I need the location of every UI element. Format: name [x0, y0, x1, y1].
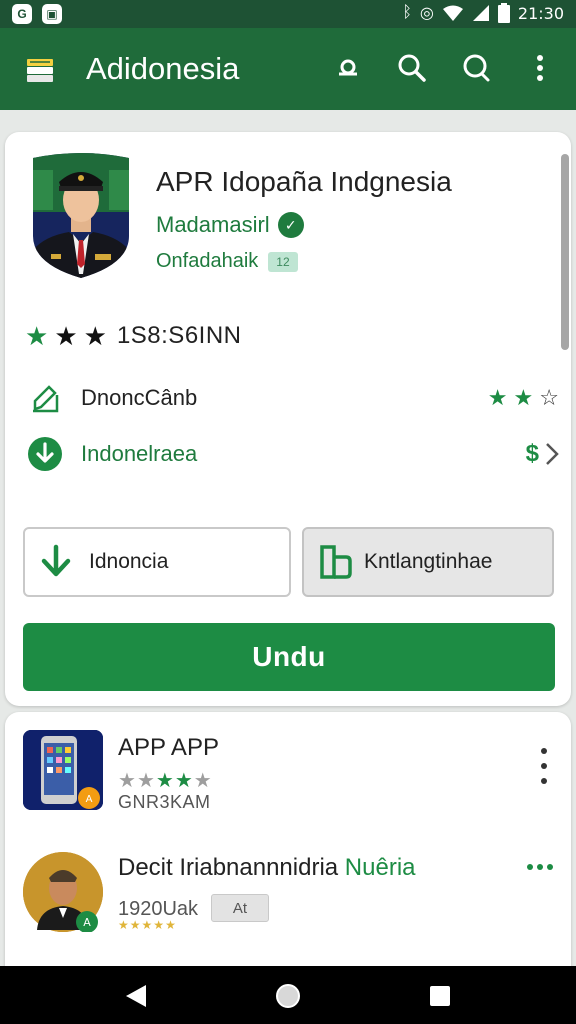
search-outline-icon[interactable]	[458, 50, 494, 86]
app-detail-card: APR Idopaña Indgnesia Madamasirl ✓ Onfad…	[5, 132, 571, 706]
download-circle-icon	[27, 436, 63, 472]
list-item-rating: ★ ★ ★ ★ ★	[118, 768, 212, 793]
verified-icon: ✓	[277, 212, 304, 238]
gmail-icon: G	[12, 4, 32, 24]
secondary-action-button[interactable]: Idnoncia	[23, 527, 291, 597]
star-icon: ★	[513, 385, 534, 410]
star-icon: ★	[129, 918, 141, 932]
app-title: APR Idopaña Indgnesia	[156, 166, 452, 197]
more-vert-icon[interactable]	[537, 748, 551, 784]
vibrate-icon: ◎	[419, 5, 434, 22]
signal-icon	[472, 5, 489, 21]
edit-icon	[27, 380, 63, 416]
share-button-label: Kntlangtinhae	[364, 550, 493, 573]
star-icon: ★	[193, 770, 212, 792]
rating-row: ★ ★ ★ 1S8:S6INN	[25, 322, 242, 350]
battery-icon	[497, 3, 510, 23]
info-label-download: Indonelraea	[81, 441, 198, 466]
star-icon: ★	[25, 321, 49, 351]
star-icon: ★	[153, 918, 165, 932]
info-trail-stars: ★ ★ ☆	[488, 385, 559, 411]
svg-text:A: A	[86, 794, 93, 805]
star-icon: ★	[487, 385, 508, 410]
star-icon: ★	[155, 770, 174, 792]
info-trail: $	[526, 440, 559, 468]
bookmark-icon	[320, 545, 352, 579]
related-apps-card: A APP APP ★ ★ ★ ★ ★ GNR3KAM A Decit Iria…	[5, 712, 571, 982]
notification-icon: ▣	[42, 4, 62, 24]
search-icon[interactable]	[394, 50, 430, 86]
info-label-content: DnoncCânb	[81, 385, 198, 410]
recents-icon[interactable]	[426, 982, 454, 1010]
rating-count: 1S8:S6INN	[116, 322, 242, 349]
list-item-chip[interactable]: At	[211, 894, 269, 922]
star-icon: ★	[118, 918, 129, 932]
more-horiz-icon[interactable]	[527, 864, 553, 870]
status-time: 21:30	[517, 3, 564, 23]
books-logo-icon	[27, 59, 53, 82]
search-alt-icon[interactable]	[330, 50, 366, 86]
category-row: Onfadahaik 12	[156, 250, 298, 273]
status-bar: G ▣ ᛒ ◎ 21:30	[0, 0, 576, 28]
star-icon: ★	[174, 770, 193, 792]
wifi-icon	[442, 5, 463, 21]
person-icon: A	[23, 852, 103, 933]
scrollbar[interactable]	[561, 154, 569, 350]
developer-avatar[interactable]: A	[23, 852, 103, 933]
bluetooth-icon: ᛒ	[402, 4, 412, 21]
category-badge: 12	[268, 251, 298, 272]
chevron-right-icon[interactable]	[545, 442, 559, 466]
price-text: $	[525, 440, 539, 467]
app-avatar	[33, 153, 129, 278]
star-icon: ★	[118, 770, 136, 792]
phone-icon: A	[23, 730, 103, 810]
back-icon[interactable]	[122, 982, 150, 1010]
star-icon: ★	[141, 918, 153, 932]
developer-name[interactable]: Madamasirl	[156, 212, 270, 238]
list-item-title[interactable]: Decit Iriabnannnidria Nuêria	[118, 854, 416, 882]
star-icon: ★	[136, 770, 155, 792]
star-icon: ★	[165, 918, 176, 932]
app-bar-title: Adidonesia	[86, 51, 240, 86]
download-arrow-icon	[41, 544, 71, 577]
list-item-subtitle: GNR3KAM	[118, 792, 211, 812]
more-vert-icon[interactable]	[522, 50, 558, 86]
svg-text:A: A	[83, 916, 91, 929]
list-item-title[interactable]: APP APP	[118, 734, 219, 762]
star-icon: ★	[54, 321, 78, 351]
info-row-content[interactable]: DnoncCânb ★ ★ ☆	[27, 378, 559, 418]
home-icon[interactable]	[274, 982, 302, 1010]
star-outline-icon: ☆	[539, 385, 559, 410]
developer-row[interactable]: Madamasirl ✓	[156, 212, 304, 238]
app-thumbnail[interactable]: A	[23, 730, 103, 810]
list-item-rating: ★ ★ ★ ★ ★	[118, 918, 176, 932]
share-button[interactable]: Kntlangtinhae	[302, 527, 554, 597]
info-row-download[interactable]: Indonelraea $	[27, 434, 559, 474]
star-icon: ★	[83, 321, 107, 351]
navigation-bar	[0, 966, 576, 1024]
category-name[interactable]: Onfadahaik	[156, 250, 258, 273]
secondary-action-label: Idnoncia	[89, 550, 169, 573]
install-button[interactable]: Undu	[23, 623, 555, 691]
app-bar: Adidonesia	[0, 28, 576, 110]
